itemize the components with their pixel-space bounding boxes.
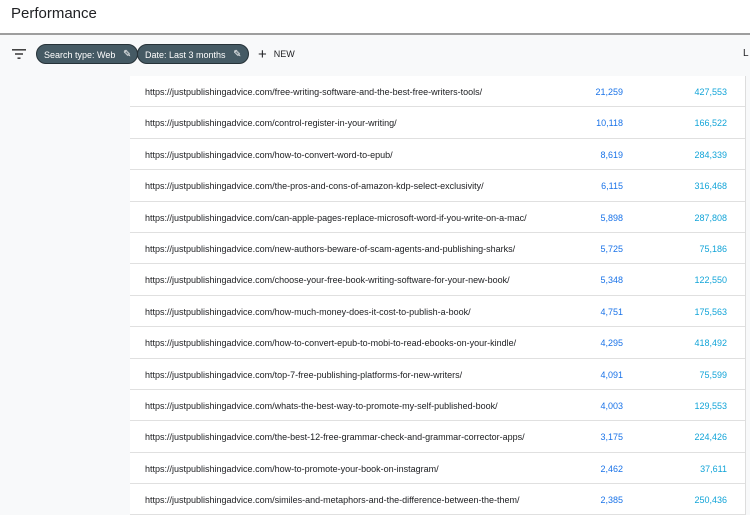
row-url: https://justpublishingadvice.com/new-aut… [145,243,516,254]
table-row[interactable]: https://justpublishingadvice.com/how-to-… [130,327,745,359]
row-impressions: 284,339 [694,149,727,160]
table-row[interactable]: https://justpublishingadvice.com/free-wr… [130,76,745,108]
plus-icon: + [258,46,267,63]
row-clicks: 5,725 [600,243,623,254]
row-clicks: 6,115 [601,181,623,192]
row-clicks: 3,175 [600,432,623,443]
row-url: https://justpublishingadvice.com/how-to-… [145,149,393,160]
row-impressions: 224,426 [694,432,727,443]
row-clicks: 21,259 [595,87,623,97]
chip-label: Search type: Web [44,50,116,60]
row-impressions: 75,186 [699,243,727,254]
row-impressions: 175,563 [694,306,727,317]
edit-icon[interactable]: ✎ [233,45,241,65]
row-impressions: 316,468 [694,181,727,192]
edit-icon[interactable]: ✎ [123,45,131,65]
row-url: https://justpublishingadvice.com/the-bes… [145,432,525,443]
row-impressions: 250,436 [694,495,727,506]
row-url: https://justpublishingadvice.com/control… [145,118,397,129]
row-impressions: 427,553 [694,87,727,97]
table-row[interactable]: https://justpublishingadvice.com/how-muc… [130,296,745,328]
filter-icon[interactable] [12,48,26,60]
truncated-label: L [743,48,749,59]
row-clicks: 2,462 [600,463,623,474]
chip-date[interactable]: Date: Last 3 months ✎ [137,44,249,64]
row-impressions: 37,611 [700,463,727,474]
top-bar: Performance [0,0,750,35]
table-row[interactable]: https://justpublishingadvice.com/can-app… [130,202,745,233]
table-row[interactable]: https://justpublishingadvice.com/choose-… [130,264,745,296]
row-clicks: 4,003 [600,400,623,411]
table-row[interactable]: https://justpublishingadvice.com/whats-t… [130,390,745,422]
chip-search-type[interactable]: Search type: Web ✎ [36,44,139,65]
new-label: NEW [273,49,295,59]
table-row[interactable]: https://justpublishingadvice.com/similes… [130,484,745,515]
table-row[interactable]: https://justpublishingadvice.com/control… [130,107,745,139]
pages-table: https://justpublishingadvice.com/free-wr… [130,76,746,515]
row-clicks: 4,091 [600,369,623,380]
filter-toolbar: Search type: Web ✎ Date: Last 3 months ✎ +… [0,35,750,75]
row-clicks: 5,348 [600,275,623,286]
table-row[interactable]: https://justpublishingadvice.com/how-to-… [130,453,745,485]
row-clicks: 5,898 [600,212,623,223]
row-impressions: 166,522 [694,118,727,129]
row-clicks: 8,619 [600,149,623,160]
row-impressions: 122,550 [694,275,727,286]
row-url: https://justpublishingadvice.com/the-pro… [145,181,484,192]
table-row[interactable]: https://justpublishingadvice.com/how-to-… [130,139,745,171]
row-impressions: 129,553 [694,400,727,411]
row-impressions: 287,808 [694,212,727,223]
row-url: https://justpublishingadvice.com/how-to-… [145,338,517,349]
row-url: https://justpublishingadvice.com/choose-… [145,275,510,286]
row-impressions: 75,599 [699,369,727,380]
new-filter-button[interactable]: + NEW [258,46,295,63]
chip-label: Date: Last 3 months [145,50,226,60]
row-url: https://justpublishingadvice.com/how-to-… [145,463,439,474]
row-clicks: 2,385 [600,495,623,506]
row-url: https://justpublishingadvice.com/whats-t… [145,400,498,411]
table-row[interactable]: https://justpublishingadvice.com/new-aut… [130,233,745,265]
table-row[interactable]: https://justpublishingadvice.com/top-7-f… [130,359,745,390]
row-clicks: 10,118 [596,118,623,129]
table-row[interactable]: https://justpublishingadvice.com/the-pro… [130,170,745,202]
row-clicks: 4,751 [600,306,623,317]
page-title: Performance [11,5,97,22]
row-impressions: 418,492 [694,338,727,349]
row-url: https://justpublishingadvice.com/free-wr… [145,87,483,97]
row-url: https://justpublishingadvice.com/how-muc… [145,306,471,317]
row-url: https://justpublishingadvice.com/can-app… [145,212,527,223]
row-url: https://justpublishingadvice.com/top-7-f… [145,369,463,380]
table-row[interactable]: https://justpublishingadvice.com/the-bes… [130,421,745,453]
row-url: https://justpublishingadvice.com/similes… [145,495,520,506]
row-clicks: 4,295 [600,338,623,349]
